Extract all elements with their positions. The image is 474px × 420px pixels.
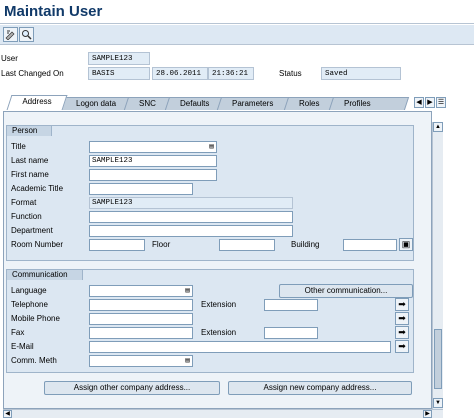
page-title: Maintain User [4, 3, 103, 20]
find-icon [22, 30, 32, 40]
email-more-button[interactable]: ➡ [395, 340, 409, 353]
academic-title-label: Academic Title [11, 184, 64, 193]
fax-input[interactable] [89, 327, 193, 339]
title-dropdown[interactable]: ▤ [89, 141, 217, 153]
telephone-more-button[interactable]: ➡ [395, 298, 409, 311]
language-label: Language [11, 286, 47, 295]
email-label: E-Mail [11, 342, 34, 351]
last-changed-date-field: 28.06.2011 [152, 67, 208, 80]
dropdown-icon: ▤ [185, 357, 190, 365]
other-communication-button[interactable]: Other communication... [279, 284, 413, 298]
tab-strip: Address Logon data SNC Defaults Paramete… [0, 95, 474, 111]
status-label: Status [279, 69, 302, 78]
mobile-phone-label: Mobile Phone [11, 314, 60, 323]
person-group: Person Title ▤ Last name SAMPLE123 First… [6, 125, 414, 261]
person-group-title: Person [6, 125, 53, 136]
more-fields-icon: ▣ [401, 239, 411, 249]
title-bar: Maintain User [0, 0, 474, 24]
display-change-icon [5, 30, 15, 40]
last-changed-time-field: 21:36:21 [208, 67, 254, 80]
tab-snc[interactable]: SNC [123, 97, 171, 110]
last-name-input[interactable]: SAMPLE123 [89, 155, 217, 167]
fax-extension-label: Extension [201, 328, 237, 337]
tab-defaults[interactable]: Defaults [164, 97, 223, 110]
function-input[interactable] [89, 211, 293, 223]
tab-list-button[interactable]: ☰ [436, 97, 446, 108]
title-label: Title [11, 142, 26, 151]
building-more-button[interactable]: ▣ [399, 238, 413, 251]
arrow-right-icon: ➡ [398, 341, 406, 351]
find-button[interactable] [19, 27, 34, 42]
tab-profiles[interactable]: Profiles [328, 97, 410, 110]
arrow-right-icon: ➡ [398, 313, 406, 323]
floor-input[interactable] [219, 239, 275, 251]
display-change-button[interactable] [3, 27, 18, 42]
tab-parameters[interactable]: Parameters [216, 97, 290, 110]
address-tab-panel: Person Title ▤ Last name SAMPLE123 First… [3, 111, 432, 409]
scroll-down-icon[interactable]: ▼ [433, 398, 443, 408]
tab-scroll-left-button[interactable]: ◀ [414, 97, 424, 108]
fax-label: Fax [11, 328, 25, 337]
assign-other-company-address-button[interactable]: Assign other company address... [44, 381, 220, 395]
scroll-right-icon[interactable]: ▶ [423, 410, 432, 418]
first-name-label: First name [11, 170, 49, 179]
last-changed-label: Last Changed On [1, 69, 64, 78]
dropdown-icon: ▤ [185, 287, 190, 295]
vertical-scrollbar[interactable]: ▲ ▼ [432, 122, 443, 409]
mobile-phone-input[interactable] [89, 313, 193, 325]
tab-scroll-right-icon: ▶ [427, 99, 433, 106]
dropdown-icon: ▤ [209, 143, 214, 151]
arrow-right-icon: ➡ [398, 327, 406, 337]
department-label: Department [11, 226, 53, 235]
application-toolbar [0, 25, 474, 45]
comm-meth-label: Comm. Meth [11, 356, 57, 365]
building-label: Building [291, 240, 320, 249]
fax-extension-input[interactable] [264, 327, 318, 339]
email-input[interactable] [89, 341, 391, 353]
user-label: User [1, 54, 18, 63]
scroll-up-icon[interactable]: ▲ [433, 122, 443, 132]
telephone-extension-input[interactable] [264, 299, 318, 311]
extension-label: Extension [201, 300, 237, 309]
department-input[interactable] [89, 225, 293, 237]
comm-meth-dropdown[interactable]: ▤ [89, 355, 193, 367]
format-label: Format [11, 198, 37, 207]
building-input[interactable] [343, 239, 397, 251]
fax-more-button[interactable]: ➡ [395, 326, 409, 339]
tab-scroll-left-icon: ◀ [416, 99, 422, 106]
tab-address[interactable]: Address [6, 95, 68, 110]
first-name-input[interactable] [89, 169, 217, 181]
room-number-label: Room Number [11, 240, 64, 249]
vertical-scroll-thumb[interactable] [434, 329, 442, 389]
tab-list-icon: ☰ [437, 99, 445, 106]
last-changed-by-field: BASIS [88, 67, 150, 80]
floor-label: Floor [152, 240, 171, 249]
tab-roles[interactable]: Roles [283, 97, 335, 110]
tab-scroll-right-button[interactable]: ▶ [425, 97, 435, 108]
language-dropdown[interactable]: ▤ [89, 285, 193, 297]
room-number-input[interactable] [89, 239, 145, 251]
format-field: SAMPLE123 [89, 197, 293, 209]
status-field: Saved [321, 67, 401, 80]
user-field: SAMPLE123 [88, 52, 150, 65]
last-name-label: Last name [11, 156, 49, 165]
mobile-more-button[interactable]: ➡ [395, 312, 409, 325]
telephone-label: Telephone [11, 300, 48, 309]
horizontal-scrollbar[interactable]: ◀ ▶ [3, 409, 443, 418]
arrow-right-icon: ➡ [398, 299, 406, 309]
scroll-left-icon[interactable]: ◀ [3, 410, 12, 418]
communication-group: Communication Language ▤ Other communica… [6, 269, 414, 373]
assign-new-company-address-button[interactable]: Assign new company address... [228, 381, 412, 395]
communication-group-title: Communication [6, 269, 83, 280]
function-label: Function [11, 212, 42, 221]
tab-logon-data[interactable]: Logon data [60, 97, 130, 110]
telephone-input[interactable] [89, 299, 193, 311]
academic-title-input[interactable] [89, 183, 193, 195]
